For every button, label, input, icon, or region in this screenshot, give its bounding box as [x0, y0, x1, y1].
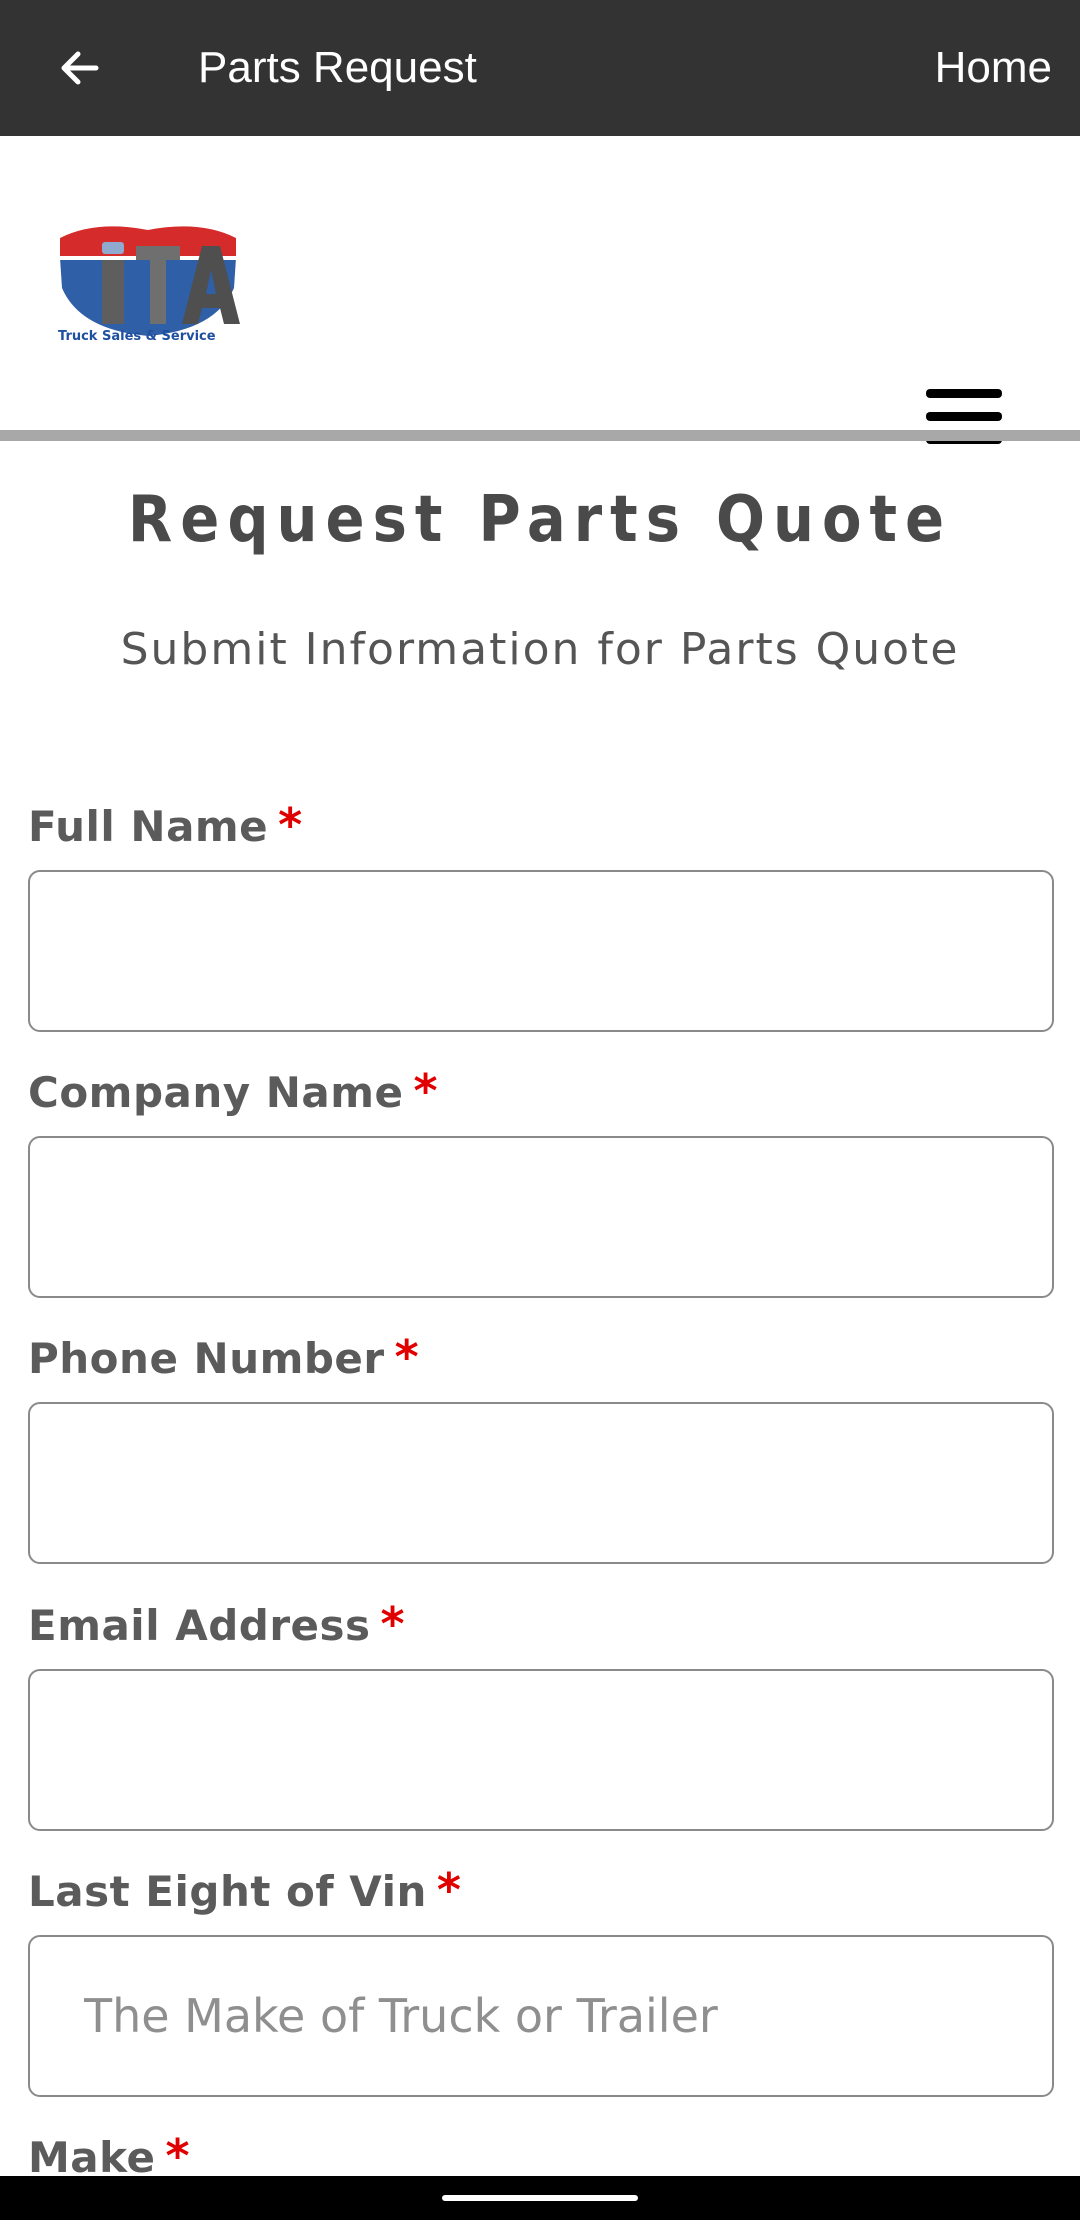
required-marker: *	[278, 798, 303, 852]
field-label-text: Full Name	[28, 802, 269, 851]
gesture-handle[interactable]	[442, 2195, 638, 2201]
vin-label: Last Eight of Vin *	[28, 1860, 461, 1922]
field-label-text: Email Address	[28, 1601, 371, 1650]
vin-input[interactable]	[28, 1935, 1054, 2097]
site-header: Truck Sales & Service	[0, 136, 1080, 444]
home-link[interactable]: Home	[935, 40, 1052, 96]
company-name-label: Company Name *	[28, 1061, 438, 1123]
menu-button[interactable]	[916, 372, 1012, 462]
header-divider	[0, 430, 1080, 441]
full-name-label: Full Name *	[28, 795, 303, 857]
required-marker: *	[380, 1597, 406, 1651]
phone-number-input[interactable]	[28, 1402, 1054, 1564]
field-label-text: Last Eight of Vin	[28, 1867, 427, 1916]
field-label-text: Make	[28, 2133, 156, 2182]
required-marker: *	[394, 1330, 420, 1384]
page-title: Request Parts Quote	[127, 483, 953, 557]
page-subtitle: Submit Information for Parts Quote	[120, 624, 960, 675]
phone-number-label: Phone Number *	[28, 1327, 419, 1389]
required-marker: *	[165, 2129, 190, 2183]
ita-logo-tagline: Truck Sales & Service	[58, 329, 216, 342]
email-address-input[interactable]	[28, 1669, 1054, 1831]
email-address-label: Email Address *	[28, 1594, 405, 1656]
app-bar-title: Parts Request	[198, 43, 477, 92]
arrow-left-icon	[61, 51, 99, 85]
required-marker: *	[436, 1863, 462, 1917]
field-label-text: Company Name	[28, 1068, 404, 1117]
back-button[interactable]	[40, 28, 120, 108]
company-name-input[interactable]	[28, 1136, 1054, 1298]
ita-logo[interactable]: Truck Sales & Service	[56, 218, 240, 344]
required-marker: *	[413, 1064, 439, 1118]
ita-logo-image: Truck Sales & Service	[58, 226, 240, 344]
full-name-input[interactable]	[28, 870, 1054, 1032]
app-bar: Parts Request Home	[0, 0, 1080, 136]
field-label-text: Phone Number	[28, 1334, 385, 1383]
